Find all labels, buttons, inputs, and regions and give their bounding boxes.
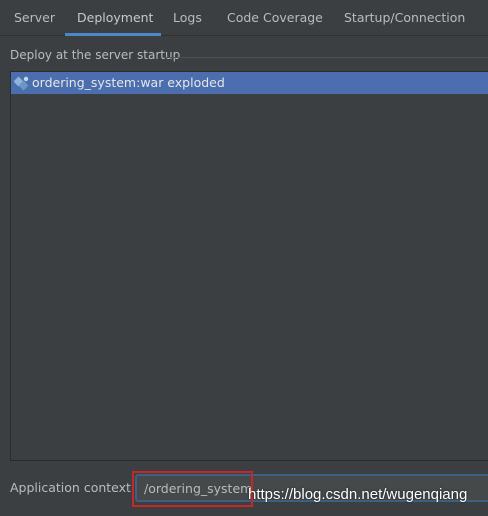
tab-deployment[interactable]: Deployment <box>77 0 153 36</box>
tab-logs[interactable]: Logs <box>173 0 202 36</box>
tab-bar: Server Deployment Logs Code Coverage Sta… <box>0 0 488 36</box>
run-configuration-panel: Server Deployment Logs Code Coverage Sta… <box>0 0 488 516</box>
artifact-icon <box>13 75 30 91</box>
active-tab-indicator <box>65 33 161 36</box>
group-separator <box>163 57 488 58</box>
list-item-label: ordering_system:war exploded <box>32 75 225 90</box>
application-context-input[interactable] <box>135 474 488 502</box>
deploy-group-title: Deploy at the server startup <box>10 48 181 62</box>
tab-startup-connection[interactable]: Startup/Connection <box>344 0 465 36</box>
tab-server[interactable]: Server <box>14 0 55 36</box>
list-item[interactable]: ordering_system:war exploded <box>11 72 488 94</box>
application-context-label: Application context: <box>10 480 136 495</box>
deployment-list[interactable]: ordering_system:war exploded <box>10 71 488 461</box>
tab-code-coverage[interactable]: Code Coverage <box>227 0 323 36</box>
